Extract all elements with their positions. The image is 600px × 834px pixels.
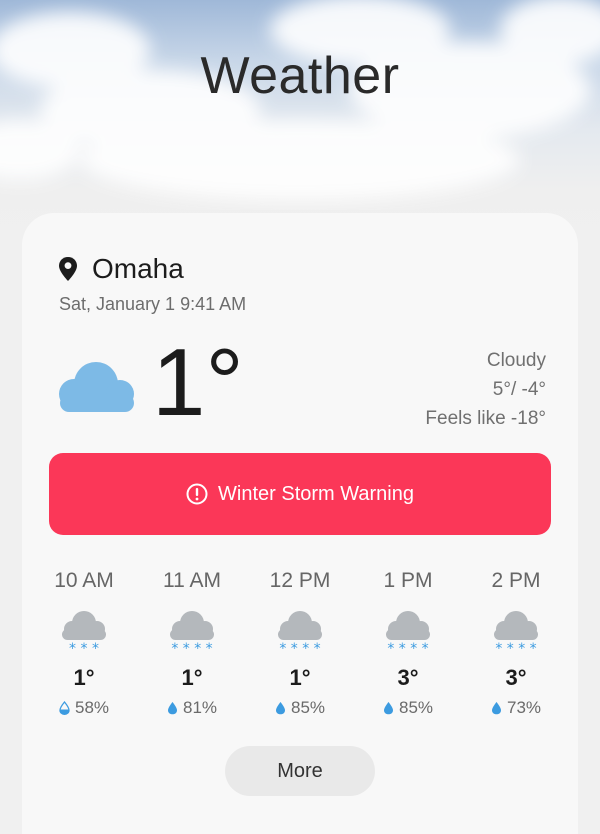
hour-temperature: 3° <box>505 665 527 690</box>
alert-icon <box>186 483 208 505</box>
precipitation: 85% <box>383 698 433 718</box>
precip-value: 85% <box>290 698 326 717</box>
snowflakes: * * * * <box>171 641 212 655</box>
cloud-icon <box>59 362 134 412</box>
hour-temperature: 3° <box>397 665 419 690</box>
precip-value: 85% <box>398 698 434 717</box>
snowflakes: * * * * <box>495 641 536 655</box>
hourly-item[interactable]: 10 AM * * * 1° 58% <box>34 569 134 718</box>
feels-like: Feels like -18° <box>425 408 546 429</box>
city-name: Omaha <box>92 253 184 284</box>
precip-value: 81% <box>182 698 218 717</box>
weather-screen: Weather Omaha Sat, January 1 9:41 AM 1° … <box>0 0 600 834</box>
location-row[interactable]: Omaha <box>58 253 184 285</box>
snowflakes: * * * * <box>387 641 428 655</box>
snow-cloud-icon: * * * <box>62 611 106 655</box>
condition-details: Cloudy 5°/ -4° Feels like -18° <box>425 346 546 433</box>
weather-card: Omaha Sat, January 1 9:41 AM 1° Cloudy 5… <box>22 213 578 834</box>
hourly-item[interactable]: 1 PM * * * * 3° 85% <box>358 569 458 718</box>
half-drop-icon <box>59 701 70 715</box>
date-time: Sat, January 1 9:41 AM <box>59 294 247 314</box>
precipitation: 58% <box>59 698 109 718</box>
precipitation: 85% <box>275 698 325 718</box>
hourly-forecast: 10 AM * * * 1° 58% 11 AM * * * * 1° 81% … <box>34 569 566 718</box>
precipitation: 73% <box>491 698 541 718</box>
snow-cloud-icon: * * * * <box>170 611 214 655</box>
precip-value: 73% <box>506 698 542 717</box>
winter-storm-warning-banner[interactable]: Winter Storm Warning <box>49 453 551 535</box>
hourly-item[interactable]: 2 PM * * * * 3° 73% <box>466 569 566 718</box>
drop-icon <box>491 702 501 715</box>
snow-cloud-icon: * * * * <box>386 611 430 655</box>
hour-temperature: 1° <box>289 665 311 690</box>
snow-cloud-icon: * * * * <box>278 611 322 655</box>
hour-time: 2 PM <box>491 569 541 592</box>
hourly-item[interactable]: 12 PM * * * * 1° 85% <box>250 569 350 718</box>
location-pin-icon <box>59 257 77 281</box>
condition-text: Cloudy <box>486 350 546 371</box>
app-title: Weather <box>200 47 400 105</box>
drop-icon <box>167 702 177 715</box>
drop-icon <box>383 702 393 715</box>
precip-value: 58% <box>74 698 110 717</box>
snow-cloud-icon: * * * * <box>494 611 538 655</box>
hour-time: 11 AM <box>163 569 221 592</box>
snowflakes: * * * * <box>279 641 320 655</box>
more-button[interactable]: More <box>225 746 375 796</box>
hourly-item[interactable]: 11 AM * * * * 1° 81% <box>142 569 242 718</box>
hour-time: 1 PM <box>383 569 433 592</box>
precipitation: 81% <box>167 698 217 718</box>
hour-temperature: 1° <box>73 665 95 690</box>
high-low: 5°/ -4° <box>492 379 546 400</box>
hour-time: 12 PM <box>269 569 331 592</box>
snowflakes: * * * <box>69 641 99 655</box>
drop-icon <box>275 702 285 715</box>
current-temperature: 1° <box>152 329 244 436</box>
hour-time: 10 AM <box>54 569 114 592</box>
alert-label: Winter Storm Warning <box>218 482 414 505</box>
hour-temperature: 1° <box>181 665 203 690</box>
